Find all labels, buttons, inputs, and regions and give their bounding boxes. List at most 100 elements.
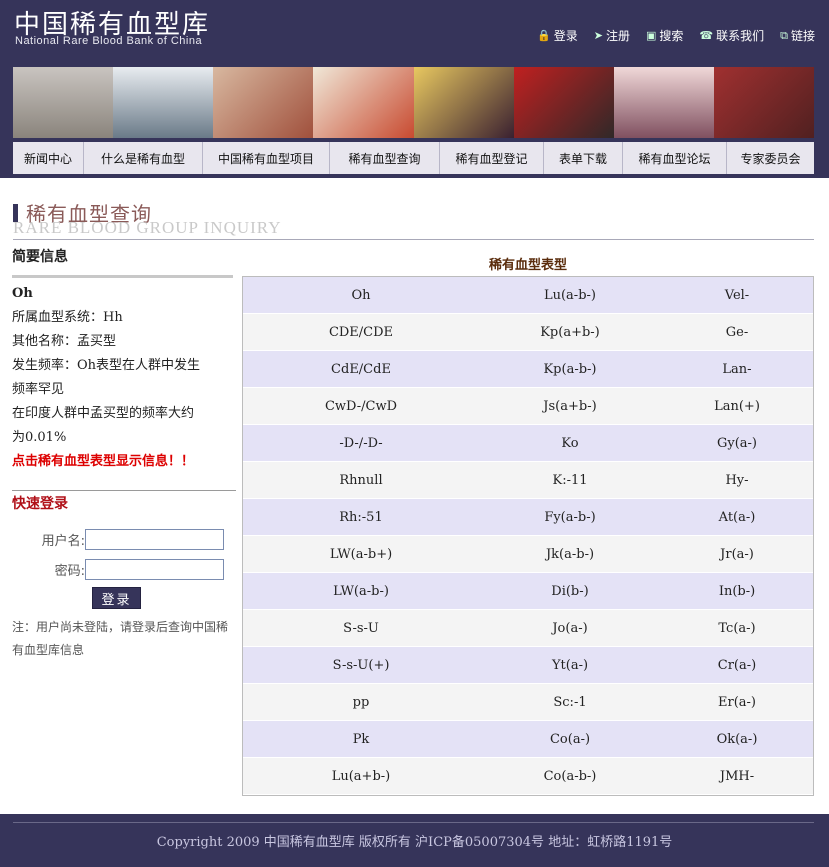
phenotype-cell[interactable]: Sc:-1 [479, 684, 661, 720]
nav-item-0[interactable]: 新闻中心 [13, 142, 84, 174]
top-link-1[interactable]: ➤ 注册 [594, 27, 630, 44]
frequency-line-4: 为0.01% [12, 430, 67, 445]
table-row: pp Sc:-1 Er(a-) [243, 684, 813, 721]
table-row: Pk Co(a-) Ok(a-) [243, 721, 813, 758]
top-link-2[interactable]: ▣ 搜索 [646, 27, 683, 44]
password-input[interactable] [85, 559, 224, 580]
phenotype-cell[interactable]: pp [243, 684, 479, 720]
phenotype-cell[interactable]: Ko [479, 425, 661, 461]
phenotype-cell[interactable]: Rhnull [243, 462, 479, 498]
phenotype-cell[interactable]: In(b-) [661, 573, 813, 609]
top-link-0[interactable]: 🔒 登录 [537, 27, 578, 44]
phenotype-cell[interactable]: Gy(a-) [661, 425, 813, 461]
footer-copyright: Copyright 2009 中国稀有血型库 版权所有 沪ICP备0500730… [156, 835, 673, 850]
nav-item-6[interactable]: 稀有血型论坛 [623, 142, 727, 174]
phenotype-cell[interactable]: Kp(a+b-) [479, 314, 661, 350]
frequency-line-2: 频率罕见 [12, 382, 65, 397]
username-input[interactable] [85, 529, 224, 550]
phenotype-cell[interactable]: Rh:-51 [243, 499, 479, 535]
click-hint: 点击稀有血型表型显示信息！！ [12, 454, 195, 469]
phenotype-cell[interactable]: Vel- [661, 277, 813, 313]
table-row: LW(a-b+) Jk(a-b-) Jr(a-) [243, 536, 813, 573]
section-divider [13, 239, 814, 240]
phenotype-cell[interactable]: Jr(a-) [661, 536, 813, 572]
header-banner-image [13, 67, 814, 138]
phenotype-cell[interactable]: Oh [243, 277, 479, 313]
phenotype-cell[interactable]: CdE/CdE [243, 351, 479, 387]
phenotype-cell[interactable]: JMH- [661, 758, 813, 794]
login-note: 注：用户尚未登陆，请登录后查询中国稀有血型库信息 [12, 620, 229, 657]
site-header: 中国稀有血型库 National Rare Blood Bank of Chin… [0, 0, 829, 178]
phenotype-cell[interactable]: Hy- [661, 462, 813, 498]
nav-item-4[interactable]: 稀有血型登记 [440, 142, 544, 174]
username-label: 用户名: [41, 534, 85, 549]
phenotype-cell[interactable]: CwD-/CwD [243, 388, 479, 424]
summary-heading: 简要信息 [12, 249, 68, 265]
frequency-line-1: 发生频率：Oh表型在人群中发生 [12, 358, 201, 373]
nav-item-5[interactable]: 表单下载 [544, 142, 623, 174]
phenotype-cell[interactable]: -D-/-D- [243, 425, 479, 461]
phenotype-cell[interactable]: Lu(a+b-) [243, 758, 479, 794]
phenotype-cell[interactable]: LW(a-b-) [243, 573, 479, 609]
nav-item-1[interactable]: 什么是稀有血型 [84, 142, 203, 174]
footer-divider [13, 822, 814, 823]
password-row: 密码: [12, 559, 224, 580]
top-links: 🔒 登录 ➤ 注册 ▣ 搜索 ☎ 联系我们 ⧉ 链接 [537, 27, 815, 44]
phenotype-cell[interactable]: Lan- [661, 351, 813, 387]
table-row: -D-/-D- Ko Gy(a-) [243, 425, 813, 462]
site-logo-subtitle: National Rare Blood Bank of China [15, 35, 203, 47]
nav-item-3[interactable]: 稀有血型查询 [330, 142, 440, 174]
top-link-label: 联系我们 [716, 29, 765, 43]
username-row: 用户名: [12, 529, 224, 550]
top-link-4[interactable]: ⧉ 链接 [780, 27, 815, 44]
phenotype-cell[interactable]: Di(b-) [479, 573, 661, 609]
phenotype-cell[interactable]: Fy(a-b-) [479, 499, 661, 535]
top-link-3[interactable]: ☎ 联系我们 [699, 27, 764, 44]
phenotype-cell[interactable]: Ok(a-) [661, 721, 813, 757]
pointer-icon: ➤ [593, 29, 603, 42]
table-row: Lu(a+b-) Co(a-b-) JMH- [243, 758, 813, 795]
phenotype-cell[interactable]: Co(a-b-) [479, 758, 661, 794]
phenotype-cell[interactable]: LW(a-b+) [243, 536, 479, 572]
phenotype-name: Oh [12, 286, 33, 301]
table-row: Rhnull K:-11 Hy- [243, 462, 813, 499]
table-row: S-s-U(+) Yt(a-) Cr(a-) [243, 647, 813, 684]
table-row: CDE/CDE Kp(a+b-) Ge- [243, 314, 813, 351]
table-row: CwD-/CwD Js(a+b-) Lan(+) [243, 388, 813, 425]
login-button[interactable]: 登录 [92, 587, 141, 609]
phenotype-cell[interactable]: Tc(a-) [661, 610, 813, 646]
table-row: LW(a-b-) Di(b-) In(b-) [243, 573, 813, 610]
phenotype-cell[interactable]: Jk(a-b-) [479, 536, 661, 572]
phenotype-cell[interactable]: Kp(a-b-) [479, 351, 661, 387]
nav-item-2[interactable]: 中国稀有血型项目 [203, 142, 330, 174]
phenotype-cell[interactable]: S-s-U [243, 610, 479, 646]
blood-group-system: 所属血型系统：Hh [12, 310, 123, 325]
phenotype-cell[interactable]: Er(a-) [661, 684, 813, 720]
phenotype-cell[interactable]: Lan(+) [661, 388, 813, 424]
top-link-label: 登录 [553, 29, 578, 43]
phenotype-cell[interactable]: Lu(a-b-) [479, 277, 661, 313]
phenotype-cell[interactable]: S-s-U(+) [243, 647, 479, 683]
nav-item-7[interactable]: 专家委员会 [727, 142, 814, 174]
phenotype-cell[interactable]: Js(a+b-) [479, 388, 661, 424]
quick-login-divider [12, 490, 236, 491]
link-icon: ⧉ [780, 28, 788, 42]
top-link-label: 搜索 [659, 29, 684, 43]
table-row: Rh:-51 Fy(a-b-) At(a-) [243, 499, 813, 536]
top-link-label: 注册 [605, 29, 630, 43]
phenotype-cell[interactable]: CDE/CDE [243, 314, 479, 350]
quick-login-heading: 快速登录 [12, 496, 68, 512]
table-row: Oh Lu(a-b-) Vel- [243, 277, 813, 314]
phenotype-cell[interactable]: Co(a-) [479, 721, 661, 757]
phenotype-cell[interactable]: Ge- [661, 314, 813, 350]
search-icon: ▣ [645, 29, 657, 42]
summary-panel: 简要信息 Oh 所属血型系统：Hh 其他名称：孟买型 发生频率：Oh表型在人群中… [12, 246, 236, 474]
site-footer: Copyright 2009 中国稀有血型库 版权所有 沪ICP备0500730… [0, 814, 829, 867]
phenotype-cell[interactable]: Pk [243, 721, 479, 757]
phenotype-cell[interactable]: At(a-) [661, 499, 813, 535]
phenotype-cell[interactable]: Jo(a-) [479, 610, 661, 646]
summary-info: Oh 所属血型系统：Hh 其他名称：孟买型 发生频率：Oh表型在人群中发生 频率… [12, 282, 236, 474]
phenotype-cell[interactable]: K:-11 [479, 462, 661, 498]
phenotype-cell[interactable]: Yt(a-) [479, 647, 661, 683]
phenotype-cell[interactable]: Cr(a-) [661, 647, 813, 683]
